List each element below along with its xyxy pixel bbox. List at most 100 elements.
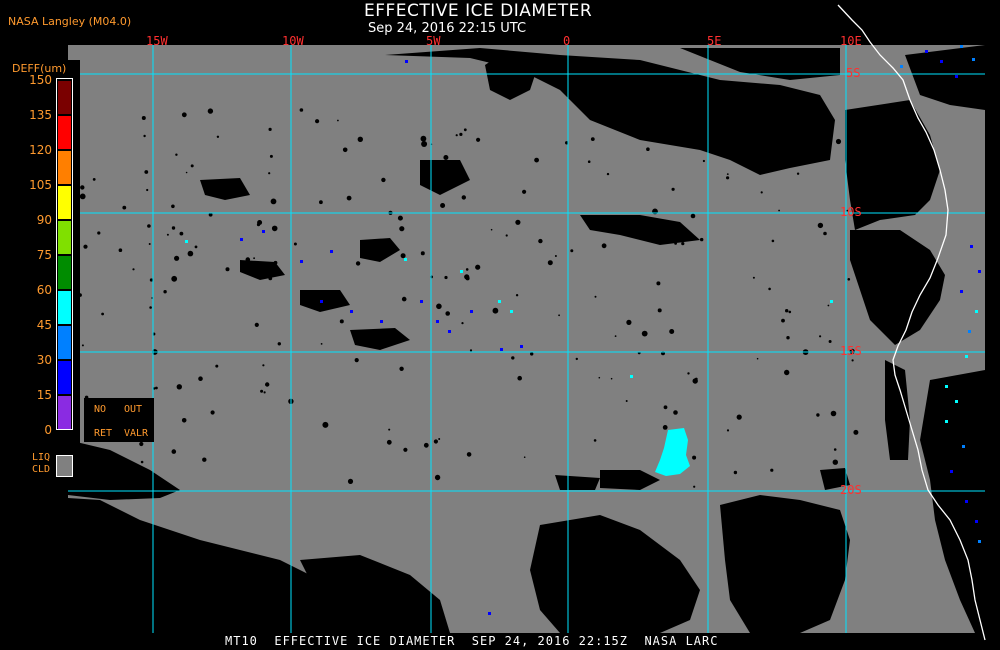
clear-sky-speck (80, 479, 86, 484)
clear-sky-speck (342, 147, 348, 153)
ice-pixel (940, 60, 943, 63)
ice-pixel (970, 245, 973, 248)
clear-sky-speck (388, 428, 391, 431)
clear-sky-speck (403, 447, 408, 452)
clear-sky-speck (823, 231, 827, 236)
clear-sky-speck (554, 255, 557, 257)
clear-sky-speck (101, 312, 104, 316)
clear-sky-speck (780, 148, 784, 152)
legend-tick-90: 90 (36, 213, 52, 227)
clear-sky-speck (602, 215, 606, 218)
clear-sky-speck (198, 376, 203, 382)
clear-sky-speck (853, 429, 859, 435)
clear-sky-speck (466, 452, 472, 457)
legend-swatch-5 (58, 256, 71, 289)
clear-sky-speck (216, 135, 220, 138)
lon-label-10w: 10W (282, 34, 304, 48)
clear-sky-speck (700, 237, 704, 242)
clear-sky-speck (690, 213, 696, 219)
clear-sky-speck (726, 173, 729, 176)
clear-sky-speck (315, 119, 320, 124)
clear-sky-speck (440, 203, 446, 208)
clear-sky-speck (476, 137, 481, 142)
legend-tick-150: 150 (29, 73, 52, 87)
clear-sky-speck (144, 170, 149, 174)
footer-caption: MT10 EFFECTIVE ICE DIAMETER SEP 24, 2016… (225, 634, 719, 648)
clear-sky-speck (270, 198, 277, 205)
clear-sky-speck (175, 153, 178, 156)
ice-pixel (965, 500, 968, 503)
lon-label-10e: 10E (840, 34, 862, 48)
clear-sky-speck (181, 418, 187, 423)
clear-sky-speck (254, 322, 259, 327)
legend-tick-75: 75 (36, 248, 52, 262)
clear-sky-speck (146, 188, 149, 192)
clear-sky-speck (181, 112, 187, 118)
clear-sky-speck (681, 242, 685, 246)
clear-sky-speck (155, 386, 158, 390)
ice-pixel (960, 45, 963, 48)
ice-pixel (436, 320, 439, 323)
clear-sky-speck (733, 470, 738, 475)
clear-sky-speck (475, 264, 481, 270)
clear-sky-speck (641, 330, 648, 337)
clear-sky-speck (817, 222, 824, 229)
clear-sky-speck (736, 414, 742, 420)
clear-sky-speck (355, 261, 361, 266)
clear-sky-speck (187, 250, 194, 257)
ice-pixel (185, 240, 188, 243)
clear-sky-speck (245, 257, 251, 262)
clear-sky-speck (668, 133, 673, 137)
ice-pixel (520, 345, 523, 348)
ice-pixel (404, 258, 407, 261)
lat-label-5s: 5S (846, 66, 861, 80)
ice-pixel (405, 60, 408, 63)
legend-valr-label: VALR (124, 428, 149, 439)
legend-no-label: NO (94, 404, 107, 415)
clear-sky-speck (614, 335, 617, 337)
clear-sky-speck (575, 357, 578, 361)
ice-pixel (978, 270, 981, 273)
legend-liq-label: LIQ (32, 452, 51, 463)
clear-sky-speck (558, 314, 560, 317)
clear-sky-speck (118, 248, 123, 252)
ice-pixel (420, 300, 423, 303)
clear-sky-speck (421, 141, 428, 147)
clear-sky-speck (439, 167, 443, 172)
lat-label-20s: 20S (840, 483, 862, 497)
clear-sky-speck (771, 239, 775, 243)
clear-sky-speck (215, 364, 219, 368)
map-canvas (68, 4, 986, 641)
clear-sky-speck (601, 243, 607, 249)
legend-swatch-0 (58, 81, 71, 114)
clear-sky-speck (399, 366, 404, 371)
clear-sky-speck (610, 377, 613, 380)
clear-sky-speck (420, 135, 427, 142)
clear-sky-speck (171, 275, 178, 282)
clear-sky-speck (166, 233, 169, 236)
clear-sky-speck (116, 464, 122, 470)
clear-sky-speck (293, 242, 297, 246)
clear-sky-speck (538, 238, 543, 244)
clear-sky-speck (653, 235, 660, 242)
clear-sky-speck (788, 310, 792, 314)
clear-sky-speck (598, 376, 601, 379)
ice-pixel (300, 260, 303, 263)
legend-tick-105: 105 (29, 178, 52, 192)
clear-sky-speck (436, 303, 442, 310)
clear-sky-speck (517, 375, 522, 381)
clear-sky-speck (819, 335, 822, 338)
clear-sky-speck (785, 309, 789, 313)
clear-sky-speck (122, 205, 127, 210)
clear-sky-speck (461, 195, 466, 200)
lon-label-5e: 5E (707, 34, 722, 48)
clear-sky-speck (433, 439, 438, 444)
clear-sky-speck (851, 359, 854, 362)
clear-sky-speck (319, 200, 323, 205)
clear-sky-speck (132, 268, 135, 271)
clear-sky-speck (673, 410, 678, 415)
map-subtitle: Sep 24, 2016 22:15 UTC (368, 21, 527, 36)
ice-pixel (968, 330, 971, 333)
clear-sky-speck (268, 172, 271, 175)
legend-tick-0: 0 (44, 423, 52, 437)
